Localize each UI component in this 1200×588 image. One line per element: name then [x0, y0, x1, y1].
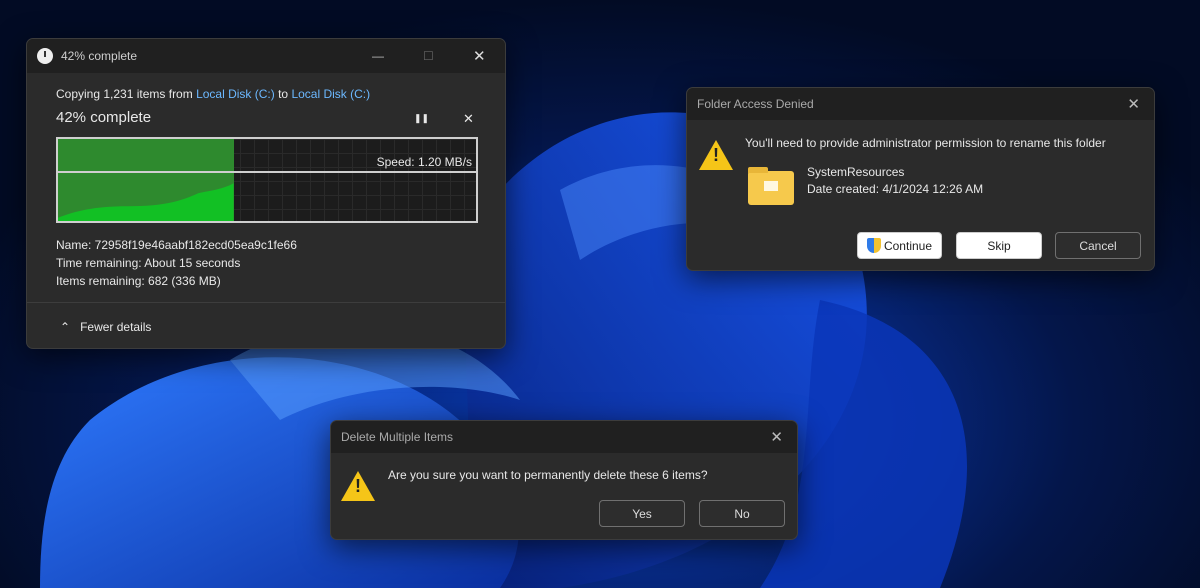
- copy-summary: Copying 1,231 items from Local Disk (C:)…: [56, 87, 370, 101]
- yes-button[interactable]: Yes: [599, 500, 685, 527]
- fewer-details-button[interactable]: ⌃Fewer details: [60, 320, 151, 334]
- chevron-up-icon: ⌃: [60, 320, 70, 334]
- window-title: Folder Access Denied: [697, 97, 814, 111]
- progress-fill: [58, 139, 234, 221]
- time-remaining: Time remaining: About 15 seconds: [56, 254, 297, 272]
- file-name: Name: 72958f19e46aabf182ecd05ea9c1fe66: [56, 236, 297, 254]
- close-button[interactable]: ✕: [1127, 95, 1140, 113]
- uac-shield-icon: [867, 238, 881, 253]
- maximize-button[interactable]: ☐: [423, 49, 434, 63]
- items-remaining: Items remaining: 682 (336 MB): [56, 272, 297, 290]
- delete-multiple-items-dialog: Delete Multiple Items ✕ ! Are you sure y…: [330, 420, 798, 540]
- minimize-button[interactable]: —: [372, 49, 384, 63]
- title-bar: 42% complete — ☐ ✕: [27, 39, 505, 73]
- delete-message: Are you sure you want to permanently del…: [388, 468, 708, 482]
- speed-graph: Speed: 1.20 MB/s: [56, 137, 478, 223]
- window-title: Delete Multiple Items: [341, 430, 453, 444]
- skip-button[interactable]: Skip: [956, 232, 1042, 259]
- no-button[interactable]: No: [699, 500, 785, 527]
- warning-icon: !: [699, 140, 733, 170]
- cancel-button[interactable]: Cancel: [1055, 232, 1141, 259]
- graph-divider: [58, 171, 476, 173]
- speed-label: Speed: 1.20 MB/s: [377, 155, 472, 169]
- cancel-copy-button[interactable]: ✕: [463, 111, 474, 127]
- folder-access-denied-dialog: Folder Access Denied ✕ ! You'll need to …: [686, 87, 1155, 271]
- warning-icon: !: [341, 471, 375, 501]
- folder-name: SystemResources: [807, 165, 904, 179]
- folder-icon: [748, 171, 794, 205]
- close-button[interactable]: ✕: [473, 47, 486, 65]
- progress-heading: 42% complete: [56, 109, 151, 126]
- speed-curve: [58, 139, 234, 221]
- source-link[interactable]: Local Disk (C:): [196, 87, 275, 101]
- permission-message: You'll need to provide administrator per…: [745, 136, 1106, 150]
- window-title: 42% complete: [61, 49, 137, 63]
- close-button[interactable]: ✕: [770, 428, 783, 446]
- pause-button[interactable]: ❚❚: [414, 113, 429, 124]
- title-bar: Delete Multiple Items ✕: [331, 421, 797, 453]
- title-bar: Folder Access Denied ✕: [687, 88, 1154, 120]
- copy-progress-dialog: 42% complete — ☐ ✕ Copying 1,231 items f…: [26, 38, 506, 349]
- continue-button[interactable]: Continue: [857, 232, 942, 259]
- footer-divider: [27, 302, 505, 303]
- clock-icon: [37, 48, 53, 64]
- destination-link[interactable]: Local Disk (C:): [291, 87, 370, 101]
- date-created: Date created: 4/1/2024 12:26 AM: [807, 182, 983, 196]
